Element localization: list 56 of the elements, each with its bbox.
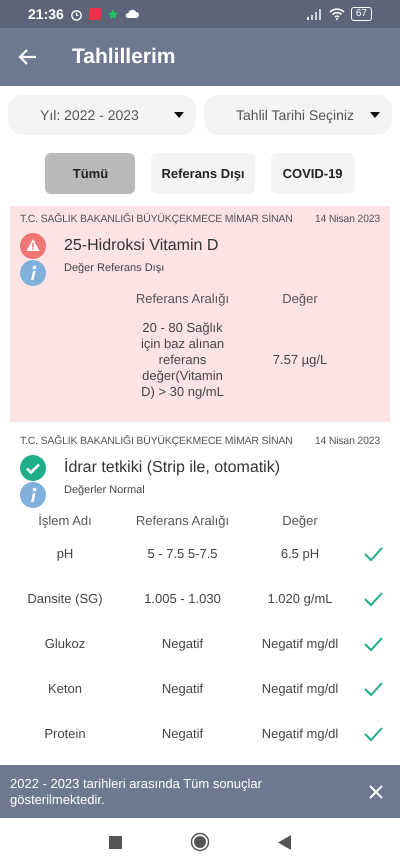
institution-name: T.C. SAĞLIK BAKANLIĞI BÜYÜKÇEKMECE MİMAR SİNAN — [20, 212, 293, 227]
filter-tab[interactable]: Referans Dışı — [151, 153, 255, 194]
status-time: 21:36 — [28, 4, 64, 24]
column-header: İşlem Adı — [37, 512, 93, 530]
caret-icon — [370, 112, 380, 118]
result-value: Negatif mg/dl — [260, 681, 340, 697]
reference-range: 1.005 - 1.030 — [143, 591, 222, 607]
info-icon — [20, 482, 46, 508]
dropdown[interactable]: Yıl: 2022 - 2023 — [8, 95, 196, 135]
result-value: 7.57 µg/L — [272, 352, 328, 368]
result-value: 6.5 pH — [280, 546, 320, 562]
test-item-name: Dansite (SG) — [26, 591, 104, 607]
alarm-icon — [70, 8, 83, 20]
check-circle-icon — [20, 454, 46, 480]
test-name: İdrar tetkiki (Strip ile, otomatik) — [64, 457, 280, 478]
close-icon[interactable] — [368, 784, 384, 800]
status-text: Değer Referans Dışı — [64, 260, 164, 276]
test-item-name: Keton — [47, 681, 83, 697]
recents-icon[interactable] — [109, 836, 122, 848]
column-header: Değer — [281, 512, 319, 530]
test-item-name: Glukoz — [44, 636, 86, 652]
filter-tab[interactable]: Tümü — [45, 153, 136, 194]
column-header: Referans Aralığı — [134, 512, 230, 530]
reference-range: 20 - 80 Sağlık için baz alınan referans değer(Vitamin D) > 30 ng/mL — [140, 320, 226, 400]
test-item-name: pH — [56, 546, 74, 562]
caret-icon — [174, 112, 184, 118]
reference-range: Negatif — [160, 636, 204, 652]
battery-icon: 67 — [350, 7, 372, 21]
institution-name: T.C. SAĞLIK BAKANLIĞI BÜYÜKÇEKMECE MİMAR SİNAN — [20, 434, 293, 449]
back-icon[interactable] — [18, 47, 38, 67]
cloud-icon — [124, 9, 139, 19]
reference-range: Negatif — [160, 681, 204, 697]
column-header: Referans Aralığı — [134, 290, 230, 308]
info-icon — [20, 260, 46, 286]
home-icon[interactable] — [190, 832, 210, 852]
filter-tab[interactable]: COVID-19 — [270, 153, 355, 194]
signal-icon — [306, 8, 323, 20]
test-name: 25-Hidroksi Vitamin D — [64, 236, 218, 256]
result-date: 14 Nisan 2023 — [314, 434, 380, 449]
result-value: Negatif mg/dl — [260, 636, 340, 652]
dropdown[interactable]: Tahlil Tarihi Seçiniz — [204, 95, 392, 135]
warning-icon — [20, 232, 46, 259]
status-text: Değerler Normal — [64, 482, 145, 498]
star-icon — [106, 8, 119, 20]
reference-range: Negatif — [160, 726, 204, 742]
back-nav-icon[interactable] — [278, 834, 291, 850]
result-date: 14 Nisan 2023 — [314, 212, 380, 227]
result-value: 1.020 g/mL — [266, 591, 334, 607]
test-item-name: Protein — [43, 726, 87, 742]
snackbar-message: 2022 - 2023 tarihleri arasında Tüm sonuçlar gösterilmektedir. — [10, 776, 263, 808]
column-header: Değer — [281, 290, 319, 308]
reference-range: 5 - 7.5 5-7.5 — [146, 546, 219, 562]
app-icon — [88, 8, 101, 20]
wifi-icon — [328, 8, 345, 20]
result-value: Negatif mg/dl — [260, 726, 340, 742]
page-title: Tahlillerim — [72, 44, 176, 70]
